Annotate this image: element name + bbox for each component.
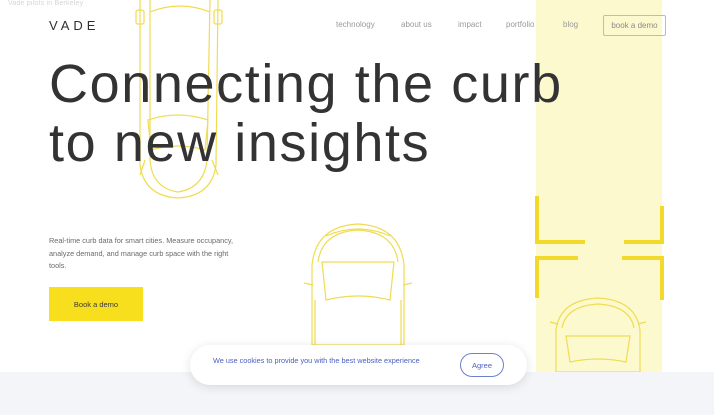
cookie-message: We use cookies to provide you with the b…	[213, 356, 420, 365]
hero-title-line-1: Connecting the curb	[49, 54, 563, 114]
nav-link-technology[interactable]: technology	[336, 20, 375, 29]
page: Vade pilots in Berkeley VADE technology …	[0, 0, 714, 415]
car-middle-illustration	[303, 223, 413, 346]
nav-link-impact[interactable]: impact	[458, 20, 482, 29]
vade-logo[interactable]: VADE	[49, 18, 99, 33]
hero-title: Connecting the curb to new insights	[49, 55, 563, 173]
book-demo-nav-button[interactable]: book a demo	[603, 15, 666, 36]
hero-title-line-2: to new insights	[49, 113, 431, 173]
hero-subtitle: Real-time curb data for smart cities. Me…	[49, 236, 233, 270]
cookie-banner: We use cookies to provide you with the b…	[190, 345, 527, 385]
book-demo-cta-button[interactable]: Book a demo	[49, 287, 143, 321]
cookie-agree-button[interactable]: Agree	[460, 353, 504, 377]
nav-link-blog[interactable]: blog	[563, 20, 578, 29]
car-lane-illustration	[549, 297, 647, 373]
nav-link-portfolio[interactable]: portfolio	[506, 20, 534, 29]
nav-link-about-us[interactable]: about us	[401, 20, 432, 29]
